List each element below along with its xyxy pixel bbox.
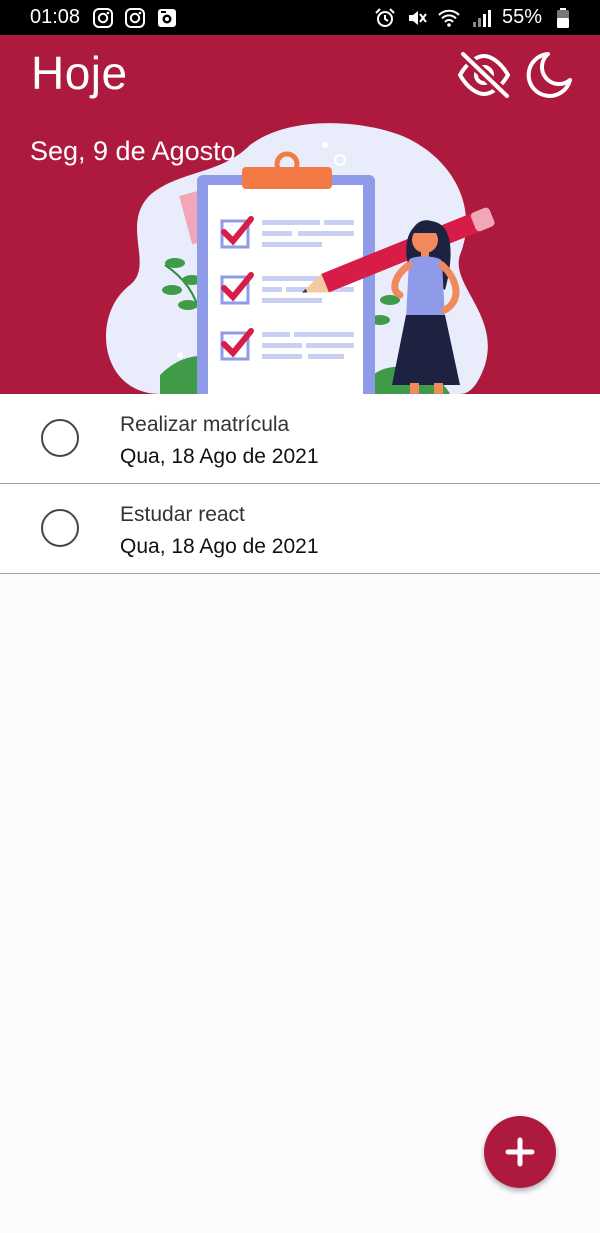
mute-icon (406, 7, 428, 29)
status-time: 01:08 (30, 6, 81, 28)
alarm-icon (374, 7, 396, 29)
instagram-icon (124, 7, 146, 29)
task-title: Realizar matrícula (120, 413, 290, 436)
task-title: Estudar react (120, 503, 245, 526)
list-item[interactable]: Estudar react Qua, 18 Ago de 2021 (0, 484, 600, 574)
wifi-icon (438, 7, 460, 29)
dark-mode-button[interactable] (520, 50, 574, 100)
task-list: Realizar matrícula Qua, 18 Ago de 2021 E… (0, 394, 600, 574)
moon-icon (526, 52, 572, 98)
task-checkbox[interactable] (41, 509, 79, 547)
battery-percent: 55% (501, 6, 542, 28)
status-bar-right: 55% (374, 6, 574, 29)
status-bar-left: 01:08 (30, 6, 178, 29)
list-item[interactable]: Realizar matrícula Qua, 18 Ago de 2021 (0, 394, 600, 484)
battery-icon (552, 7, 574, 29)
notification-app-icon (156, 7, 178, 29)
toggle-visibility-button[interactable] (456, 50, 512, 100)
task-date: Qua, 18 Ago de 2021 (120, 445, 319, 468)
task-checkbox[interactable] (41, 419, 79, 457)
status-bar: 01:08 55% (0, 0, 600, 35)
eye-off-icon (458, 50, 511, 100)
page-title: Hoje (31, 47, 128, 99)
header: Hoje Seg, 9 de Agosto (0, 35, 600, 394)
task-date: Qua, 18 Ago de 2021 (120, 535, 319, 558)
plus-icon (505, 1137, 535, 1167)
instagram-icon (92, 7, 114, 29)
signal-icon (470, 7, 492, 29)
checklist-illustration (106, 123, 495, 394)
add-task-button[interactable] (484, 1116, 556, 1188)
